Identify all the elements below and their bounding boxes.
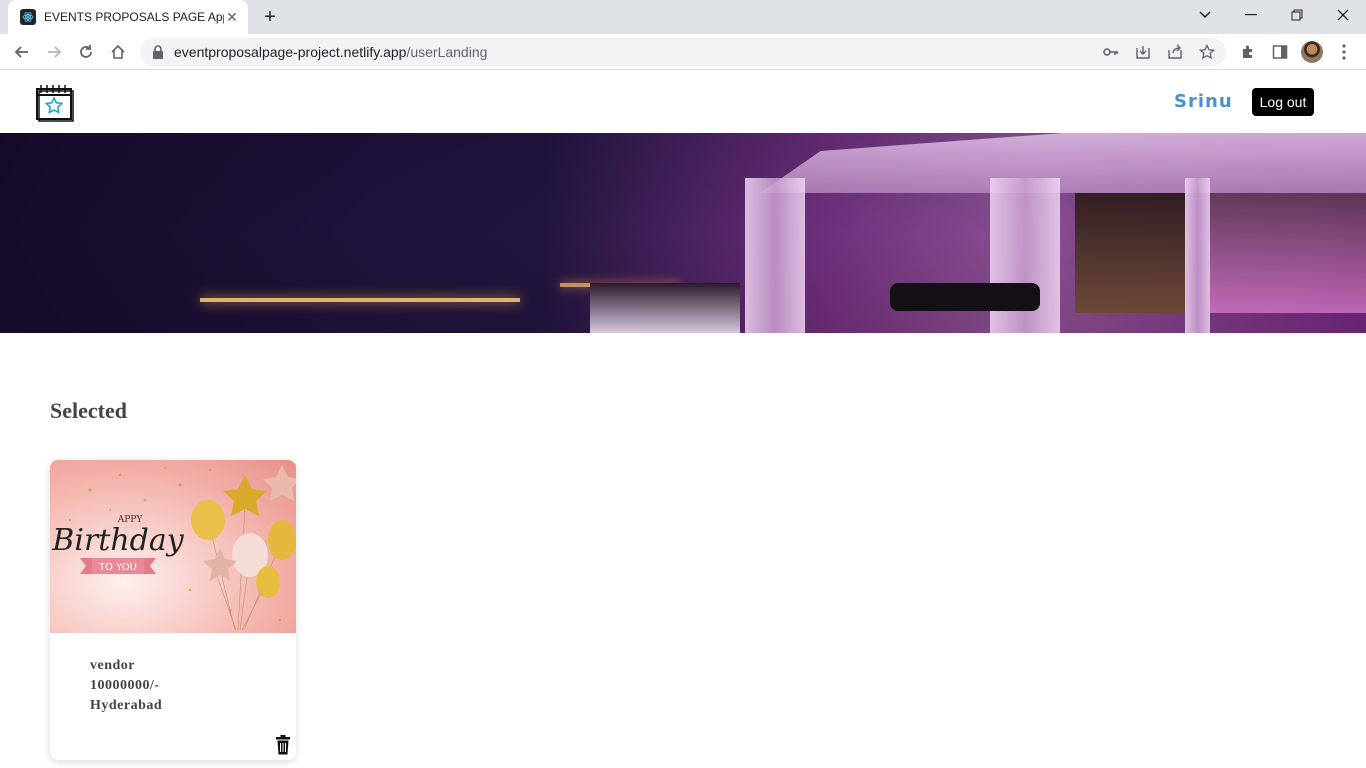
lock-icon[interactable] [152,45,164,64]
back-button[interactable] [8,38,36,66]
address-bar[interactable]: eventproposalpage-project.netlify.app/us… [140,38,1226,66]
birthday-card-image: APPY Birthday TO YOU [50,460,296,633]
tab-title: EVENTS PROPOSALS PAGE App [44,10,224,24]
card-image-text-ribbon: TO YOU [98,562,137,573]
new-tab-button[interactable]: + [256,5,284,29]
browser-toolbar: eventproposalpage-project.netlify.app/us… [0,34,1366,70]
proposal-card[interactable]: APPY Birthday TO YOU vendor 10000000/- H… [50,460,296,760]
banner-window [1075,193,1185,313]
calendar-star-logo-icon[interactable] [33,81,75,123]
card-price: 10000000/- [90,678,160,693]
banner-window [1210,193,1366,313]
key-icon[interactable] [1102,43,1120,61]
banner-curtain [1185,178,1210,333]
card-details: vendor 10000000/- Hyderabad [90,656,162,716]
menu-kebab-icon[interactable] [1334,42,1354,62]
bookmark-star-icon[interactable] [1198,43,1216,61]
card-image-text-main: Birthday [51,523,184,558]
banner-curtain [745,178,805,333]
forward-button[interactable] [40,38,68,66]
trash-icon[interactable] [275,735,291,755]
side-panel-icon[interactable] [1270,42,1290,62]
restore-button[interactable] [1274,0,1320,30]
browser-tab[interactable]: EVENTS PROPOSALS PAGE App ✕ [8,0,248,34]
logout-button[interactable]: Log out [1252,88,1314,116]
tab-search-icon[interactable] [1182,0,1228,30]
home-button[interactable] [104,38,132,66]
banner-tent-canopy [760,133,1366,193]
react-favicon-icon [20,9,36,25]
share-icon[interactable] [1166,43,1184,61]
close-window-button[interactable] [1320,0,1366,30]
extensions-icon[interactable] [1238,42,1258,62]
url-path: /userLanding [406,44,488,60]
browser-tabstrip: EVENTS PROPOSALS PAGE App ✕ + [0,0,1366,34]
event-venue-banner-image [0,133,1366,333]
card-vendor: vendor [90,658,135,673]
url-host: eventproposalpage-project.netlify.app [174,44,407,60]
reload-button[interactable] [72,38,100,66]
banner-buffet-table [590,283,740,333]
section-title: Selected [50,398,127,423]
url-text: eventproposalpage-project.netlify.app/us… [174,44,487,60]
tab-close-icon[interactable]: ✕ [224,9,240,25]
banner-sofa [890,283,1040,311]
app-header: Srinu Log out [0,71,1366,133]
profile-avatar[interactable] [1301,41,1323,63]
minimize-button[interactable] [1228,0,1274,30]
card-location: Hyderabad [90,698,163,713]
install-icon[interactable] [1134,43,1152,61]
banner-light-strip [200,298,520,302]
username-label: Srinu [1174,91,1233,112]
